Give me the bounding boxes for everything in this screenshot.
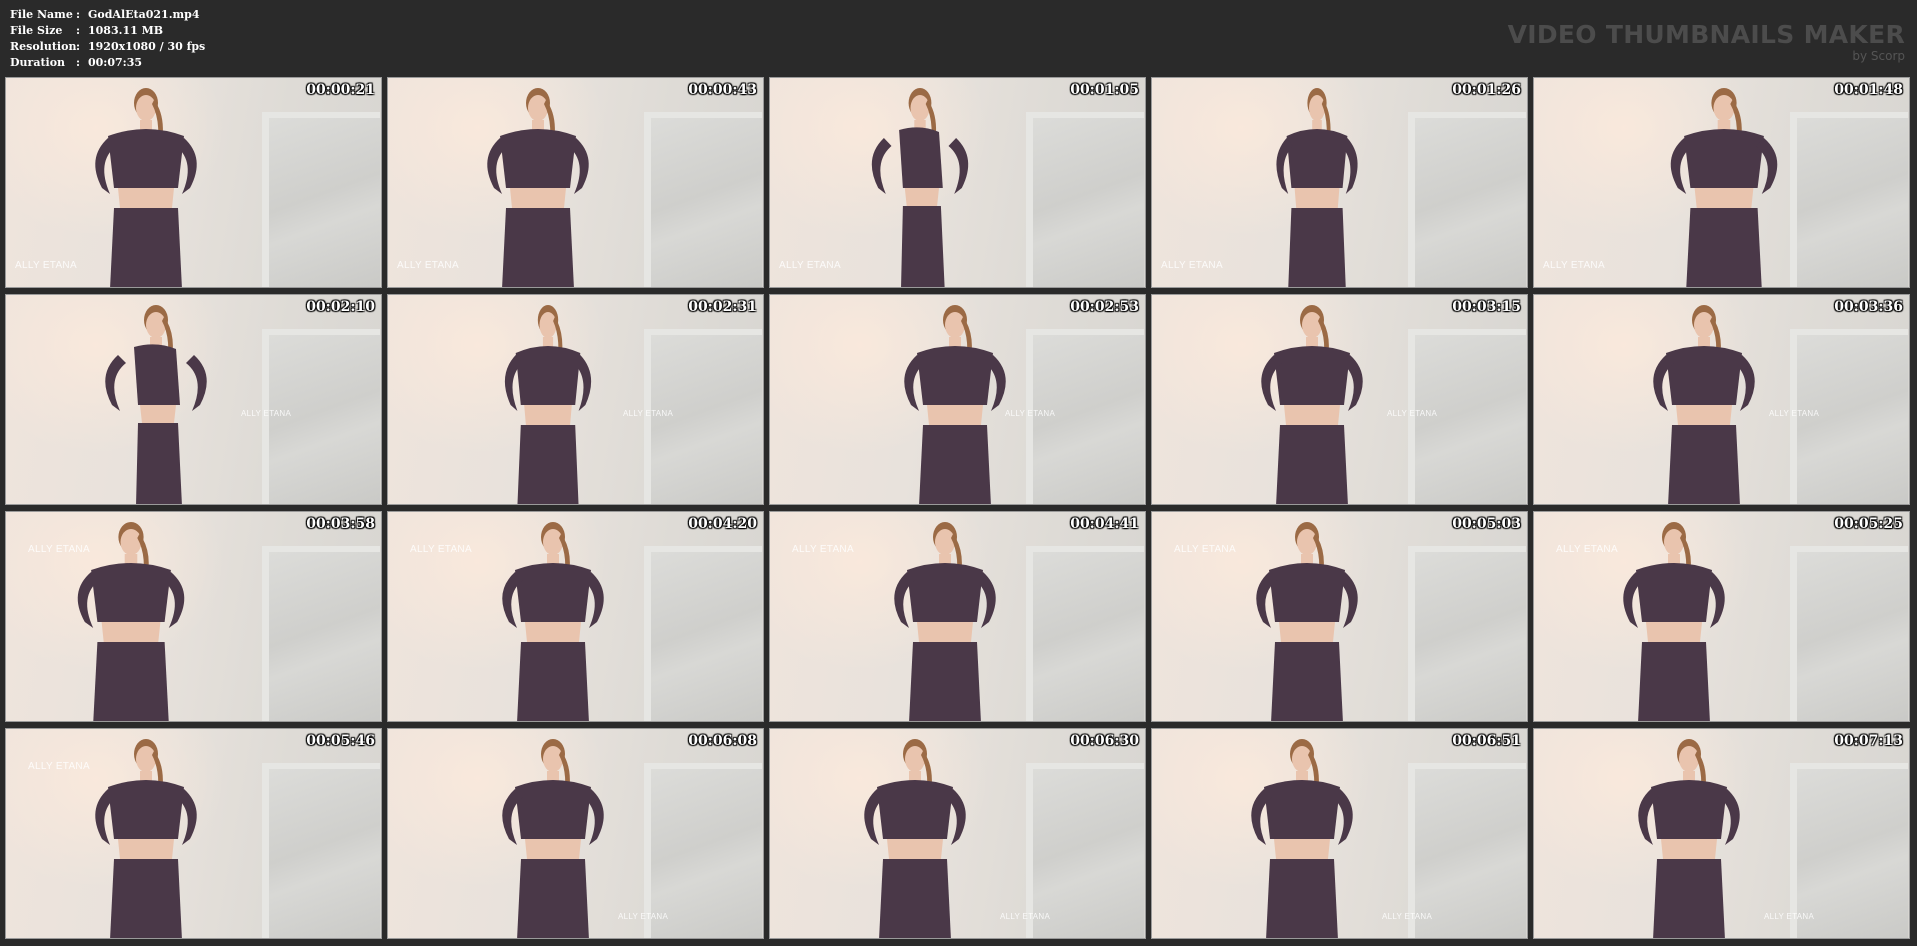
person-figure xyxy=(1653,305,1755,504)
video-thumbnail[interactable]: 00:03:15 ALLY ETANA xyxy=(1151,294,1528,505)
video-thumbnail[interactable]: 00:05:25 ALLY ETANA xyxy=(1533,511,1910,722)
file-info-panel: File Name : GodAlEta021.mp4 File Size : … xyxy=(10,7,205,71)
watermark-text: ALLY ETANA xyxy=(1543,260,1605,271)
duration-row: Duration : 00:07:35 xyxy=(10,55,205,71)
timestamp: 00:04:41 xyxy=(1070,516,1139,532)
timestamp: 00:00:21 xyxy=(306,82,375,98)
timestamp: 00:05:25 xyxy=(1834,516,1903,532)
info-header: File Name : GodAlEta021.mp4 File Size : … xyxy=(0,0,1917,76)
timestamp: 00:03:36 xyxy=(1834,299,1903,315)
timestamp: 00:01:48 xyxy=(1834,82,1903,98)
watermark-text: ALLY ETANA xyxy=(1556,544,1618,555)
separator: : xyxy=(76,8,81,21)
video-thumbnail[interactable]: 00:04:20 ALLY ETANA xyxy=(387,511,764,722)
watermark-text: ALLY ETANA xyxy=(1000,912,1051,921)
watermark-text: ALLY ETANA xyxy=(1764,912,1815,921)
video-thumbnail[interactable]: 00:02:31 ALLY ETANA xyxy=(387,294,764,505)
timestamp: 00:02:10 xyxy=(306,299,375,315)
resolution-label: Resolution xyxy=(10,40,77,53)
video-thumbnail[interactable]: 00:00:21 ALLY ETANA xyxy=(5,77,382,288)
video-thumbnail[interactable]: 00:04:41 ALLY ETANA xyxy=(769,511,1146,722)
watermark-text: ALLY ETANA xyxy=(1005,409,1056,418)
timestamp: 00:03:15 xyxy=(1452,299,1521,315)
person-figure xyxy=(904,305,1006,504)
video-thumbnail[interactable]: 00:01:26 ALLY ETANA xyxy=(1151,77,1528,288)
video-thumbnail[interactable]: 00:03:58 ALLY ETANA xyxy=(5,511,382,722)
brand-subtitle: by Scorp xyxy=(1852,49,1905,63)
file-name-value: GodAlEta021.mp4 xyxy=(88,8,200,21)
timestamp: 00:06:51 xyxy=(1452,733,1521,749)
brand-logo: VIDEO THUMBNAILS MAKER by Scorp xyxy=(1508,20,1905,63)
thumbnail-grid: 00:00:21 ALLY ETANA 00:00:43 ALLY ETANA 00:0… xyxy=(5,77,1910,939)
file-size-row: File Size : 1083.11 MB xyxy=(10,23,205,39)
video-thumbnail[interactable]: 00:05:46 ALLY ETANA xyxy=(5,728,382,939)
person-figure xyxy=(864,739,966,938)
video-thumbnail[interactable]: 00:01:05 ALLY ETANA xyxy=(769,77,1146,288)
watermark-text: ALLY ETANA xyxy=(1387,409,1438,418)
timestamp: 00:07:13 xyxy=(1834,733,1903,749)
watermark-text: ALLY ETANA xyxy=(779,260,841,271)
watermark-text: ALLY ETANA xyxy=(15,260,77,271)
video-thumbnail[interactable]: 00:03:36 ALLY ETANA xyxy=(1533,294,1910,505)
watermark-text: ALLY ETANA xyxy=(618,912,669,921)
brand-title: VIDEO THUMBNAILS MAKER xyxy=(1507,20,1905,49)
file-name-label: File Name xyxy=(10,8,73,21)
separator: : xyxy=(76,24,81,37)
watermark-text: ALLY ETANA xyxy=(792,544,854,555)
separator: : xyxy=(76,40,81,53)
timestamp: 00:06:30 xyxy=(1070,733,1139,749)
person-figure xyxy=(1261,305,1363,504)
timestamp: 00:05:46 xyxy=(306,733,375,749)
person-figure xyxy=(105,305,207,504)
person-figure xyxy=(502,739,604,938)
timestamp: 00:02:53 xyxy=(1070,299,1139,315)
duration-value: 00:07:35 xyxy=(88,56,143,69)
watermark-text: ALLY ETANA xyxy=(623,409,674,418)
video-thumbnail[interactable]: 00:00:43 ALLY ETANA xyxy=(387,77,764,288)
watermark-text: ALLY ETANA xyxy=(1382,912,1433,921)
timestamp: 00:01:26 xyxy=(1452,82,1521,98)
timestamp: 00:00:43 xyxy=(688,82,757,98)
video-thumbnail[interactable]: 00:07:13 ALLY ETANA xyxy=(1533,728,1910,939)
video-thumbnail[interactable]: 00:05:03 ALLY ETANA xyxy=(1151,511,1528,722)
timestamp: 00:03:58 xyxy=(306,516,375,532)
video-thumbnail[interactable]: 00:06:51 ALLY ETANA xyxy=(1151,728,1528,939)
file-name-row: File Name : GodAlEta021.mp4 xyxy=(10,7,205,23)
video-thumbnail[interactable]: 00:01:48 ALLY ETANA xyxy=(1533,77,1910,288)
file-size-value: 1083.11 MB xyxy=(88,24,164,37)
person-figure xyxy=(95,88,197,287)
timestamp: 00:06:08 xyxy=(688,733,757,749)
file-size-label: File Size xyxy=(10,24,63,37)
timestamp: 00:05:03 xyxy=(1452,516,1521,532)
resolution-value: 1920x1080 / 30 fps xyxy=(88,40,206,53)
person-figure xyxy=(1638,739,1740,938)
watermark-text: ALLY ETANA xyxy=(28,544,90,555)
watermark-text: ALLY ETANA xyxy=(28,761,90,772)
video-thumbnail[interactable]: 00:02:10 ALLY ETANA xyxy=(5,294,382,505)
timestamp: 00:02:31 xyxy=(688,299,757,315)
timestamp: 00:01:05 xyxy=(1070,82,1139,98)
resolution-row: Resolution : 1920x1080 / 30 fps xyxy=(10,39,205,55)
video-thumbnail[interactable]: 00:06:08 ALLY ETANA xyxy=(387,728,764,939)
duration-label: Duration xyxy=(10,56,66,69)
person-figure xyxy=(487,88,589,287)
video-thumbnail[interactable]: 00:02:53 ALLY ETANA xyxy=(769,294,1146,505)
timestamp: 00:04:20 xyxy=(688,516,757,532)
watermark-text: ALLY ETANA xyxy=(241,409,292,418)
watermark-text: ALLY ETANA xyxy=(1161,260,1223,271)
person-figure xyxy=(1276,88,1358,287)
person-figure xyxy=(1251,739,1353,938)
person-figure xyxy=(871,88,969,287)
person-figure xyxy=(504,305,592,504)
watermark-text: ALLY ETANA xyxy=(397,260,459,271)
person-figure xyxy=(1670,88,1778,287)
watermark-text: ALLY ETANA xyxy=(410,544,472,555)
watermark-text: ALLY ETANA xyxy=(1174,544,1236,555)
watermark-text: ALLY ETANA xyxy=(1769,409,1820,418)
video-thumbnail[interactable]: 00:06:30 ALLY ETANA xyxy=(769,728,1146,939)
separator: : xyxy=(76,56,81,69)
